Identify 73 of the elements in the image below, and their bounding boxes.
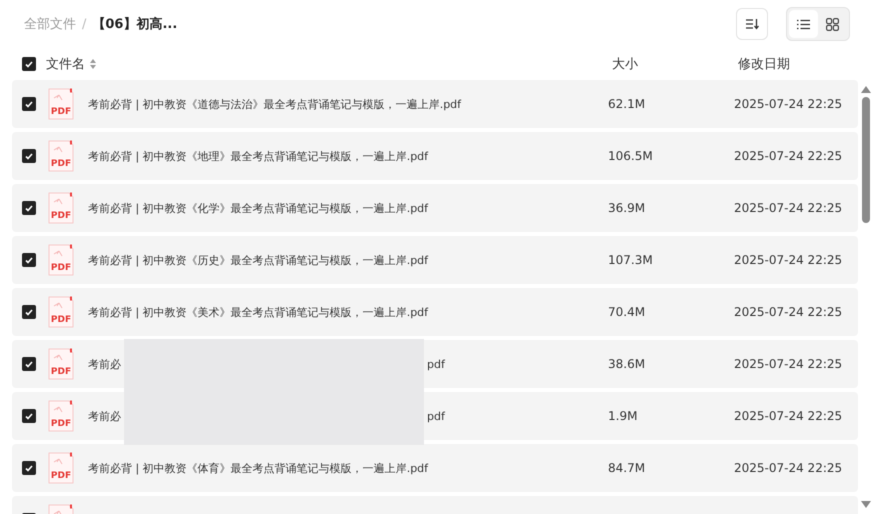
file-row[interactable]: PDF 考前必 pdf 38.6M 2025-07-24 22:25 [12, 340, 858, 388]
modified-date: 2025-07-24 22:25 [734, 201, 842, 215]
check-icon [25, 152, 33, 160]
pdf-file-icon: PDF [48, 400, 74, 432]
file-size: 106.5M [608, 149, 654, 163]
scrollbar-thumb[interactable] [862, 97, 870, 223]
modified-date: 2025-07-24 22:25 [734, 461, 842, 475]
sort-button[interactable] [736, 8, 768, 40]
file-name[interactable]: 考前必背 | 初中教资《美术》最全考点背诵笔记与模版，一遍上岸.pdf [88, 304, 428, 320]
check-icon [25, 256, 33, 264]
column-header[interactable]: 文件名 [46, 55, 85, 73]
row-checkbox[interactable] [22, 409, 36, 423]
check-icon [25, 308, 33, 316]
modified-date: 2025-07-24 22:25 [734, 253, 842, 267]
file-size: 1.9M [608, 409, 638, 423]
file-row[interactable]: PDF 考前必背 | 初中教资《地理》最全考点背诵笔记与模版，一遍上岸.pdf 106.5M 2025-07-24 22:25 [12, 132, 858, 180]
file-name-extension: pdf [427, 358, 445, 370]
modified-date: 2025-07-24 22:25 [734, 357, 842, 371]
file-name-extension: pdf [427, 410, 445, 422]
scroll-up-icon[interactable] [861, 86, 871, 93]
scroll-down-icon[interactable] [861, 501, 871, 508]
select-all-checkbox[interactable] [22, 57, 36, 71]
file-size: 84.7M [608, 461, 646, 475]
sort-icon [745, 18, 759, 30]
row-checkbox[interactable] [22, 201, 36, 215]
sort-arrows-icon[interactable] [90, 59, 96, 69]
file-size: 38.6M [608, 357, 646, 371]
modified-date: 2025-07-24 22:25 [734, 305, 842, 319]
file-size: 36.9M [608, 201, 646, 215]
file-name[interactable]: 考前必背 | 初中教资《地理》最全考点背诵笔记与模版，一遍上岸.pdf [88, 148, 428, 164]
check-icon [25, 360, 33, 368]
check-icon [25, 60, 33, 68]
row-checkbox[interactable] [22, 461, 36, 475]
file-row[interactable]: PDF 考前必背 | 初中教资《道德与法治》最全考点背诵笔记与模版，一遍上岸.pdf 62.1M 2025-07-24 22:25 [12, 80, 858, 128]
file-size: 62.1M [608, 97, 646, 111]
check-icon [25, 464, 33, 472]
row-checkbox[interactable] [22, 305, 36, 319]
row-checkbox[interactable] [22, 357, 36, 371]
check-icon [25, 412, 33, 420]
modified-date: 2025-07-24 22:25 [734, 97, 842, 111]
pdf-file-icon: PDF [48, 244, 74, 276]
file-row[interactable]: PDF 考前必背 | 初中教资《历史》最全考点背诵笔记与模版，一遍上岸.pdf 107.3M 2025-07-24 22:25 [12, 236, 858, 284]
row-checkbox[interactable] [22, 97, 36, 111]
file-size: 107.3M [608, 253, 654, 267]
file-name[interactable]: 考前必背 | 初中教资《历史》最全考点背诵笔记与模版，一遍上岸.pdf [88, 252, 428, 268]
list-icon [797, 18, 810, 30]
list-view-button[interactable] [789, 10, 818, 38]
check-icon [25, 100, 33, 108]
file-row[interactable]: PDF 考前必背 | 初中教资《体育》最全考点背诵笔记与模版，一遍上岸.pdf 84.7M 2025-07-24 22:25 [12, 444, 858, 492]
modified-date: 2025-07-24 22:25 [734, 409, 842, 423]
column-header[interactable]: 大小 [612, 55, 638, 73]
file-name[interactable]: 考前必 [88, 408, 121, 424]
check-icon [25, 204, 33, 212]
grid-icon [826, 18, 839, 30]
pdf-file-icon: PDF [48, 452, 74, 484]
modified-date: 2025-07-24 22:25 [734, 149, 842, 163]
file-row[interactable]: PDF 考前必背 | 初中教资《化学》最全考点背诵笔记与模版，一遍上岸.pdf 36.9M 2025-07-24 22:25 [12, 184, 858, 232]
pdf-file-icon: PDF [48, 296, 74, 328]
row-checkbox[interactable] [22, 253, 36, 267]
breadcrumb-separator: / [82, 16, 86, 32]
pdf-file-icon: PDF [48, 88, 74, 120]
file-name[interactable]: 考前必背 | 初中教资《体育》最全考点背诵笔记与模版，一遍上岸.pdf [88, 460, 428, 476]
file-name[interactable]: 考前必 [88, 356, 121, 372]
file-row[interactable]: PDF 考前必背 | 初中教资《美术》最全考点背诵笔记与模版，一遍上岸.pdf 70.4M 2025-07-24 22:25 [12, 288, 858, 336]
breadcrumb-item: 【06】初高... [92, 16, 178, 33]
file-name[interactable]: 考前必背 | 初中教资《化学》最全考点背诵笔记与模版，一遍上岸.pdf [88, 200, 428, 216]
file-name[interactable]: 考前必背 | 初中教资《道德与法治》最全考点背诵笔记与模版，一遍上岸.pdf [88, 96, 462, 112]
pdf-file-icon: PDF [48, 140, 74, 172]
column-header[interactable]: 修改日期 [738, 55, 790, 73]
pdf-file-icon: PDF [48, 192, 74, 224]
row-checkbox[interactable] [22, 149, 36, 163]
pdf-file-icon: PDF [48, 348, 74, 380]
file-size: 70.4M [608, 305, 646, 319]
